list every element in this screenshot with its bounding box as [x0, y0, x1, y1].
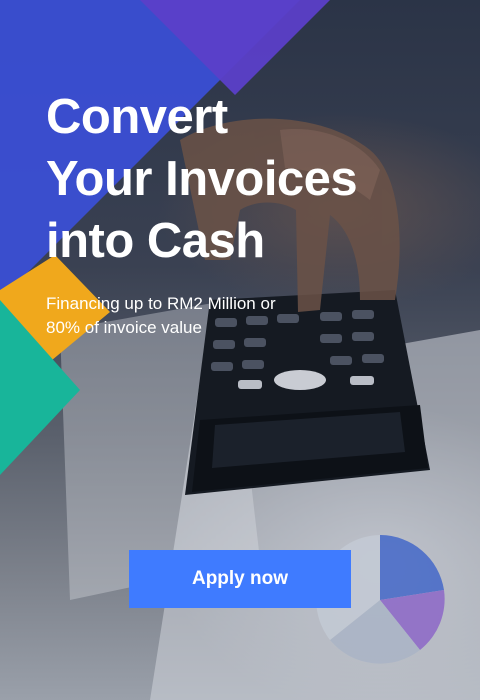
- headline-line-3: into Cash: [46, 214, 265, 268]
- headline: Convert Your Invoices into Cash: [46, 86, 358, 272]
- apply-now-button[interactable]: Apply now: [129, 550, 351, 608]
- subheadline: Financing up to RM2 Million or 80% of in…: [46, 292, 276, 340]
- headline-line-2: Your Invoices: [46, 152, 358, 206]
- subheadline-line-2: 80% of invoice value: [46, 318, 202, 337]
- subheadline-line-1: Financing up to RM2 Million or: [46, 294, 276, 313]
- headline-line-1: Convert: [46, 90, 228, 144]
- invoice-financing-banner: Convert Your Invoices into Cash Financin…: [0, 0, 480, 700]
